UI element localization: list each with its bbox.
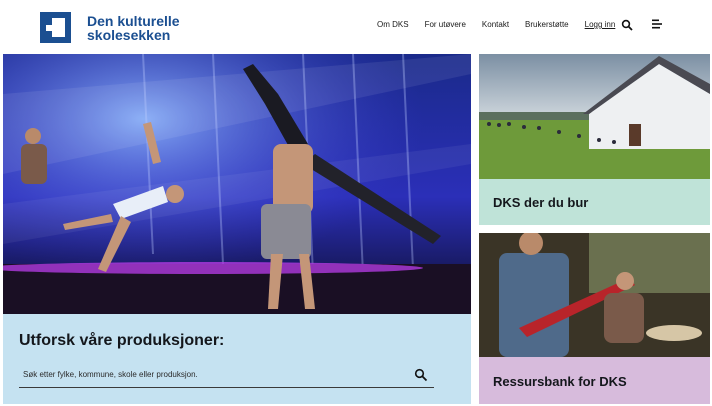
logo-text: Den kulturelle skolesekken: [87, 14, 180, 42]
login-link[interactable]: Logg inn: [585, 20, 616, 29]
main-nav: Om DKS For utøvere Kontakt Brukerstøtte …: [377, 20, 631, 29]
card-ressursbank[interactable]: Ressursbank for DKS: [479, 357, 710, 404]
logo-mark-icon: [40, 12, 71, 43]
site-header: Den kulturelle skolesekken Om DKS For ut…: [0, 0, 712, 52]
hamburger-menu-icon[interactable]: [651, 18, 663, 30]
logo-line-1: Den kulturelle: [87, 12, 180, 29]
nav-item-kontakt[interactable]: Kontakt: [482, 20, 509, 29]
explore-title: Utforsk våre produksjoner:: [19, 332, 225, 349]
explore-panel: Utforsk våre produksjoner:: [3, 314, 471, 404]
card-dks-der-du-bur-image[interactable]: [479, 54, 710, 179]
nav-item-for-utovere[interactable]: For utøvere: [425, 20, 466, 29]
site-logo[interactable]: Den kulturelle skolesekken: [40, 12, 180, 43]
card-ressursbank-label: Ressursbank for DKS: [493, 374, 627, 389]
card-ressursbank-image[interactable]: [479, 233, 710, 357]
nav-item-brukerstotte[interactable]: Brukerstøtte: [525, 20, 569, 29]
search-submit-icon[interactable]: [414, 368, 428, 382]
card-dks-der-du-bur-label: DKS der du bur: [493, 195, 589, 210]
logo-line-2: skolesekken: [87, 26, 171, 43]
card-dks-der-du-bur[interactable]: DKS der du bur: [479, 179, 710, 225]
production-search-input[interactable]: [19, 362, 434, 388]
search-icon[interactable]: [621, 19, 633, 31]
nav-item-om-dks[interactable]: Om DKS: [377, 20, 409, 29]
hero-image: [3, 54, 471, 314]
